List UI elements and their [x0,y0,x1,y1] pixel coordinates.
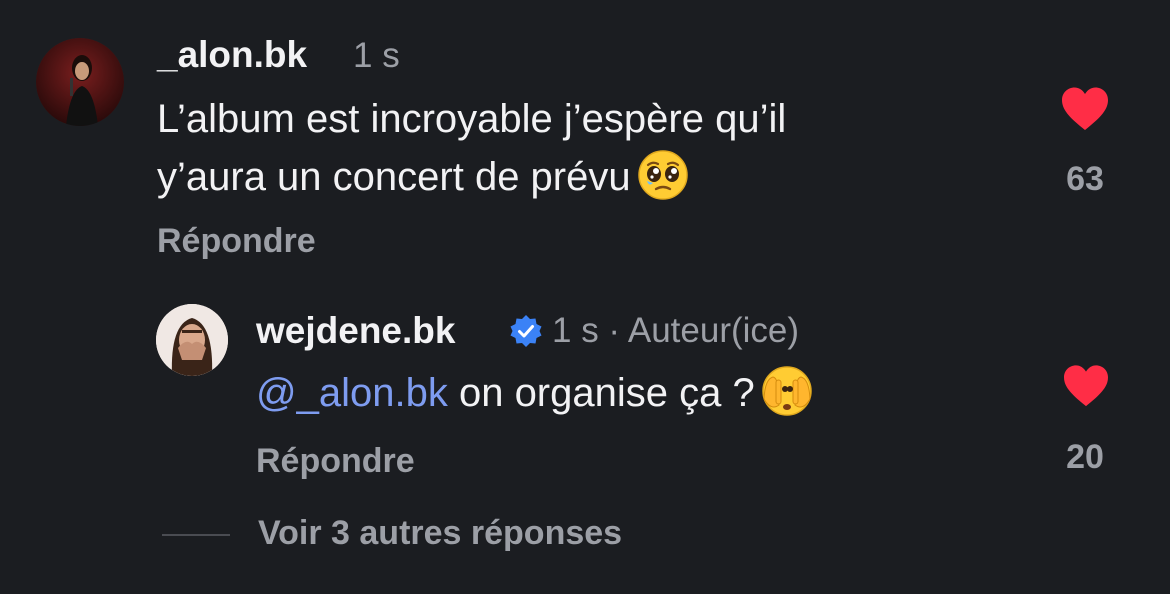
comment-username[interactable]: _alon.bk [157,34,307,76]
reply-like-count: 20 [1066,438,1104,476]
reply-text-content: on organise ça ? [447,371,755,415]
heart-icon [1064,365,1108,407]
reply-reply-button[interactable]: Répondre [256,442,415,481]
divider-line [162,534,230,536]
comment-reply-button[interactable]: Répondre [157,222,316,261]
reply-avatar[interactable] [156,304,228,376]
comment-time: 1 s [353,36,400,75]
avatar[interactable] [36,38,124,126]
pleading-face-emoji [637,149,689,201]
heart-icon [1062,87,1108,130]
mention-link[interactable]: @_alon.bk [256,371,448,415]
comment-like-count: 63 [1066,160,1104,198]
verified-badge-icon [509,314,543,348]
reply-text: @_alon.bk on organise ça ? [256,365,813,421]
avatar-image [156,304,228,376]
comment-text-line-2-content: y’aura un concert de prévu [157,155,631,199]
comment-text-line-2: y’aura un concert de prévu [157,149,689,205]
avatar-image [36,38,124,126]
view-more-replies-button[interactable]: Voir 3 autres réponses [258,514,622,553]
comment-like-button[interactable] [1060,86,1110,132]
reply-like-button[interactable] [1062,364,1110,408]
face-with-peeking-eye-emoji [761,365,813,417]
reply-username[interactable]: wejdene.bk [256,310,455,352]
comment-text-line-1: L’album est incroyable j’espère qu’il [157,97,787,141]
reply-meta: 1 s · Auteur(ice) [552,311,800,350]
